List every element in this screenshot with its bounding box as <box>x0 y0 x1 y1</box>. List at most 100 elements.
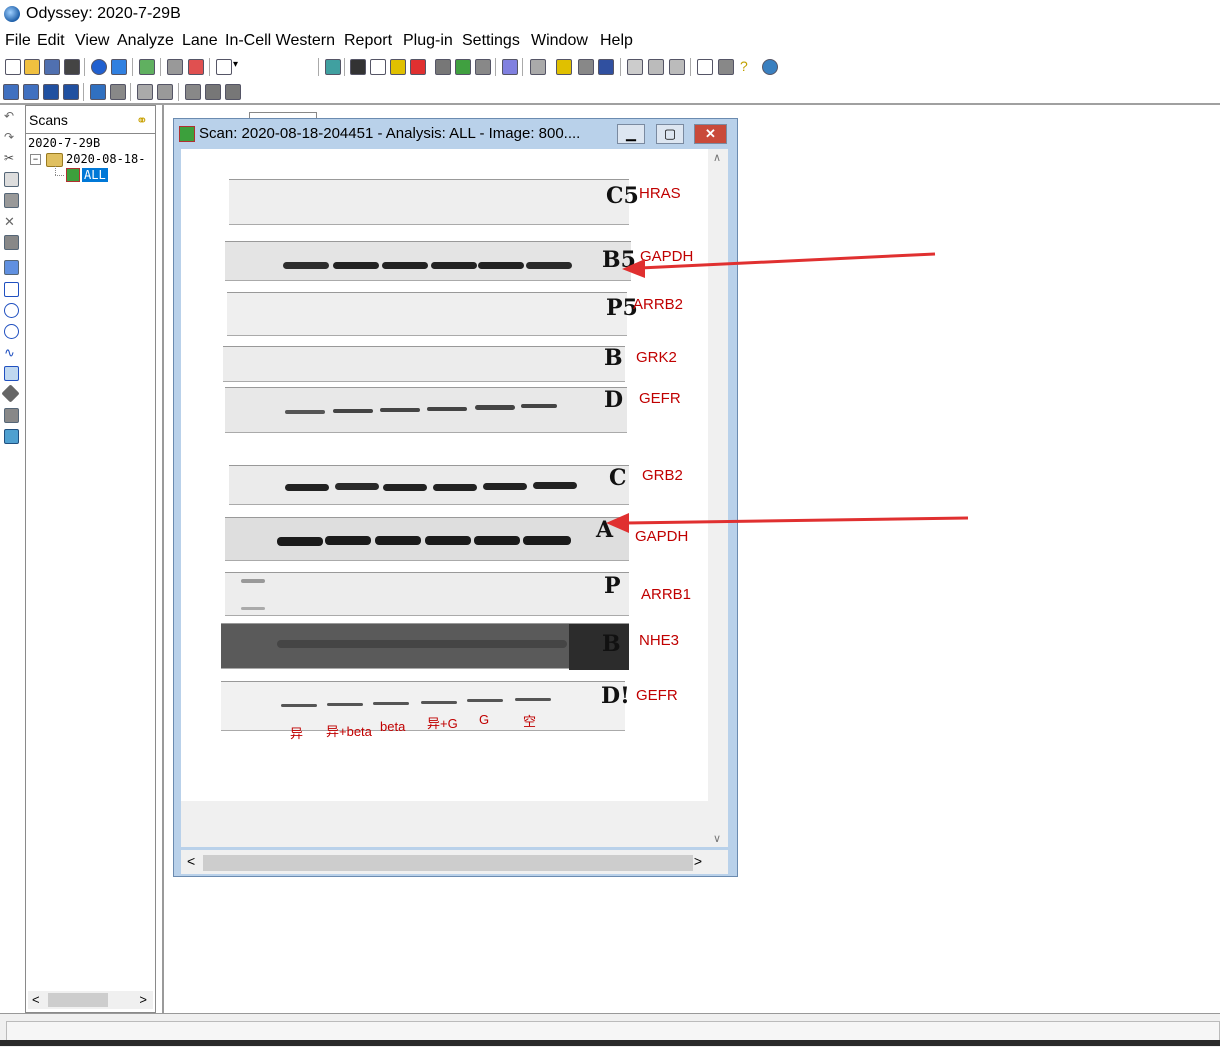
settings-gear-icon[interactable] <box>556 59 572 75</box>
menu-help[interactable]: Help <box>600 32 633 50</box>
multi-shape-tool-icon[interactable] <box>4 366 19 381</box>
blot-strip-mark: B <box>604 345 623 371</box>
scans-panel: Scans ⚭ 2020-7-29B − 2020-08-18- ALL < > <box>25 105 156 1013</box>
grid-tool-icon[interactable] <box>4 260 19 275</box>
lane-grid-icon[interactable] <box>43 84 59 100</box>
web-globe-icon[interactable] <box>762 59 778 75</box>
app-title: Odyssey: 2020-7-29B <box>26 5 181 22</box>
lane-tools-icon[interactable] <box>225 84 241 100</box>
tree-item-analysis-selected[interactable]: ALL <box>82 168 108 182</box>
circle-tool-icon[interactable] <box>4 324 19 339</box>
report-export-icon[interactable] <box>648 59 664 75</box>
report-icon[interactable] <box>627 59 643 75</box>
scan-folder-icon <box>46 153 63 167</box>
minimize-button[interactable]: ▁ <box>617 124 645 144</box>
undo-icon[interactable]: ↶ <box>4 109 17 123</box>
open-folder-icon[interactable] <box>24 59 40 75</box>
grayscale-icon[interactable] <box>435 59 451 75</box>
delete-icon[interactable]: ✕ <box>4 214 17 229</box>
menu-in-cell-western[interactable]: In-Cell Western <box>225 32 335 50</box>
scroll-down-icon[interactable]: ∨ <box>713 832 721 845</box>
tree-item-root[interactable]: 2020-7-29B <box>28 136 100 150</box>
scans-horizontal-scrollbar[interactable]: < > <box>28 991 153 1009</box>
lane-edit-icon[interactable] <box>23 84 39 100</box>
toolbar-secondary <box>0 80 1220 104</box>
table-icon[interactable] <box>530 59 546 75</box>
rectangle-tool-icon[interactable] <box>4 282 19 297</box>
histogram-icon[interactable] <box>167 59 183 75</box>
size-grip[interactable] <box>708 850 728 874</box>
cut-icon[interactable]: ✂ <box>4 151 17 165</box>
menu-plug-in[interactable]: Plug-in <box>403 32 453 50</box>
menu-view[interactable]: View <box>75 32 109 50</box>
link-icon[interactable]: ⚭ <box>136 112 148 129</box>
redo-icon[interactable]: ↷ <box>4 130 17 144</box>
lane-select-icon[interactable] <box>63 84 79 100</box>
align-icon[interactable] <box>325 59 341 75</box>
blot-band <box>285 484 329 491</box>
scroll-up-icon[interactable]: ∧ <box>713 151 721 164</box>
text-tool-icon[interactable] <box>4 429 19 444</box>
image-icon[interactable] <box>139 59 155 75</box>
menu-report[interactable]: Report <box>344 32 392 50</box>
blot-band <box>281 704 317 707</box>
color-channel-off-icon[interactable] <box>410 59 426 75</box>
marker-icon[interactable] <box>137 84 153 100</box>
fill-tool-icon[interactable] <box>4 408 19 423</box>
background-icon[interactable] <box>475 59 491 75</box>
grid-overlay-icon[interactable] <box>502 59 518 75</box>
contrast-icon[interactable] <box>350 59 366 75</box>
peak-icon[interactable] <box>598 59 614 75</box>
report-print-icon[interactable] <box>669 59 685 75</box>
ellipse-tool-icon[interactable] <box>4 303 19 318</box>
menu-lane[interactable]: Lane <box>182 32 218 50</box>
new-file-icon[interactable] <box>5 59 21 75</box>
print-icon[interactable] <box>64 59 80 75</box>
stop-icon[interactable] <box>91 59 107 75</box>
color-map-icon[interactable] <box>455 59 471 75</box>
scroll-right-icon[interactable]: > <box>694 853 702 869</box>
maximize-button[interactable]: ▢ <box>656 124 684 144</box>
toolbar-separator <box>522 58 523 76</box>
line-tool-icon[interactable] <box>1 384 20 403</box>
marker-list-icon[interactable] <box>157 84 173 100</box>
scrollbar-thumb[interactable] <box>203 855 693 871</box>
horizontal-scrollbar[interactable]: < > <box>181 850 708 874</box>
freehand-tool-icon[interactable]: ∿ <box>4 345 17 360</box>
channel-icon[interactable] <box>188 59 204 75</box>
scroll-left-icon[interactable]: < <box>32 992 40 1007</box>
lane-add-icon[interactable] <box>3 84 19 100</box>
properties-icon[interactable] <box>4 235 19 250</box>
scroll-left-icon[interactable]: < <box>187 853 195 869</box>
align-lanes-icon[interactable] <box>185 84 201 100</box>
save-icon[interactable] <box>44 59 60 75</box>
color-channel-icon[interactable] <box>390 59 406 75</box>
blot-strip-gapdh-2 <box>225 517 629 561</box>
curve-icon[interactable] <box>370 59 386 75</box>
zoom-icon[interactable] <box>216 59 232 75</box>
blot-band <box>515 698 551 701</box>
bend-lanes-icon[interactable] <box>205 84 221 100</box>
paste-icon[interactable] <box>4 193 19 208</box>
menu-edit[interactable]: Edit <box>37 32 65 50</box>
menu-settings[interactable]: Settings <box>462 32 520 50</box>
zoom-dropdown-chevron-icon[interactable]: ▾ <box>233 59 247 73</box>
blot-image-canvas[interactable]: C5 HRAS B5 GAPDH P5 ARRB2 B GRK2 D GEFR … <box>181 149 708 847</box>
menu-analyze[interactable]: Analyze <box>117 32 174 50</box>
scroll-right-icon[interactable]: > <box>139 992 147 1007</box>
close-button[interactable]: ✕ <box>694 124 727 144</box>
band-remove-icon[interactable] <box>110 84 126 100</box>
band-add-icon[interactable] <box>90 84 106 100</box>
copy-icon[interactable] <box>4 172 19 187</box>
scrollbar-thumb[interactable] <box>48 993 108 1007</box>
tree-expander-minus-icon[interactable]: − <box>30 154 41 165</box>
link-icon[interactable] <box>578 59 594 75</box>
menu-file[interactable]: File <box>5 32 31 50</box>
import-icon[interactable] <box>111 59 127 75</box>
vertical-scrollbar[interactable]: ∧ ∨ <box>708 149 728 847</box>
chart-icon[interactable] <box>718 59 734 75</box>
menu-window[interactable]: Window <box>531 32 588 50</box>
tree-item-scan[interactable]: 2020-08-18- <box>66 152 154 166</box>
tools-icon[interactable] <box>697 59 713 75</box>
help-question-icon[interactable]: ? <box>740 59 754 73</box>
